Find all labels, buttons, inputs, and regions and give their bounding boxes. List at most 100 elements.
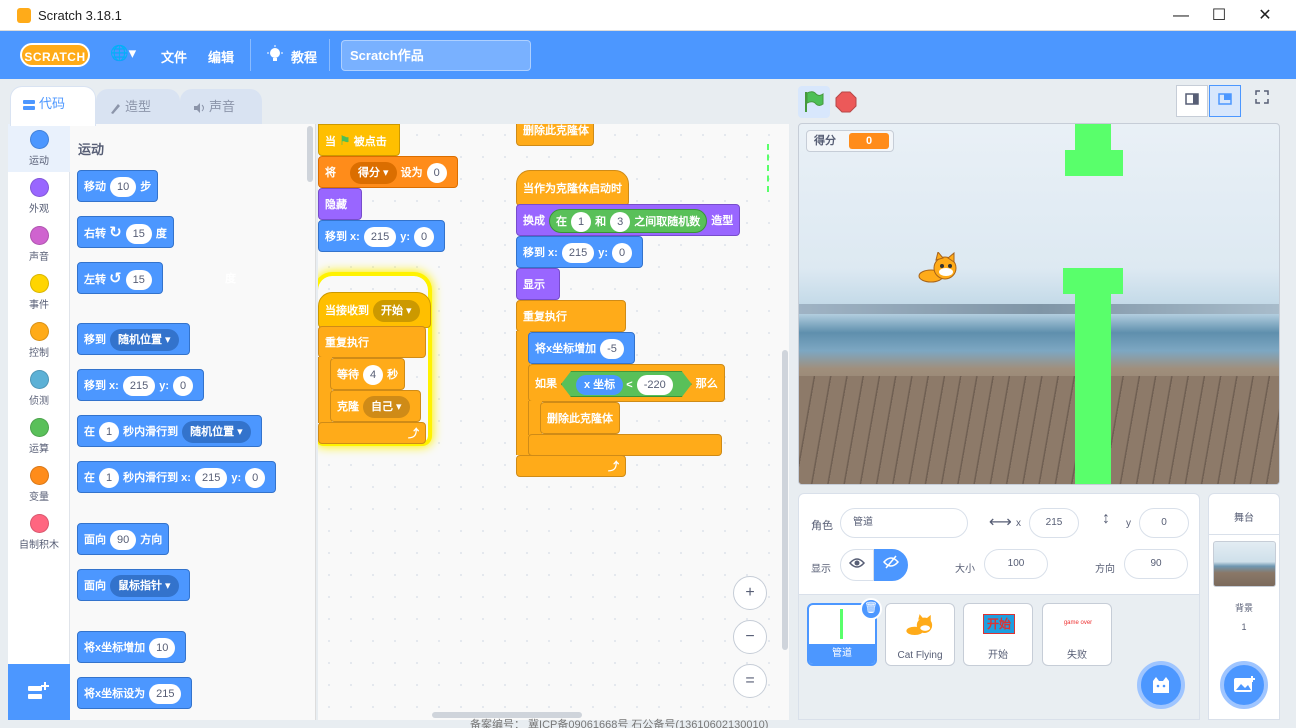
variables-dot-icon xyxy=(29,466,49,485)
category-events[interactable]: 事件 xyxy=(8,274,70,311)
block-if[interactable]: 如果 x 坐标 < -220 那么 xyxy=(528,364,725,402)
block-move-steps[interactable]: 移动 10 步 xyxy=(77,170,159,202)
project-title-input[interactable]: Scratch作品 xyxy=(341,40,531,71)
block-set-variable[interactable]: 将得分设为0 xyxy=(318,156,458,188)
block-set-x[interactable]: 将x坐标设为 215 xyxy=(77,677,193,709)
block-change-x[interactable]: 将x坐标增加 -5 xyxy=(528,332,635,364)
block-turn-right[interactable]: 右转 ↻ 15 度 xyxy=(77,216,174,248)
add-extension-button[interactable] xyxy=(8,664,70,720)
block-delete-this-clone[interactable]: 删除此克隆体 xyxy=(540,402,620,434)
app-icon xyxy=(17,8,31,23)
hide-sprite-button[interactable] xyxy=(874,549,908,581)
block-glide-to[interactable]: 在 1 秒内滑行到 随机位置 xyxy=(77,415,262,447)
sound-dot-icon xyxy=(29,226,49,245)
block-create-clone[interactable]: 克隆 自己 xyxy=(330,390,421,422)
block-x-position-reporter[interactable]: x 坐标 xyxy=(576,375,623,395)
fullscreen-button[interactable] xyxy=(1246,85,1278,117)
sprite-info-panel: 角色 管道 ⟷ x 215 ↕ y 0 显示 大小 100 方向 90 xyxy=(798,493,1200,595)
block-when-flag-clicked[interactable]: 当 ⚑ 被点击 xyxy=(318,124,400,156)
pipe-top-cap xyxy=(1065,150,1123,176)
sprite-tile-cat-flying[interactable]: Cat Flying xyxy=(885,603,955,666)
block-pick-random[interactable]: 在 1 和 3 之间取随机数 xyxy=(549,209,708,234)
sprite-tile-fail[interactable]: game over 失败 xyxy=(1042,603,1112,666)
block-forever[interactable]: 重复执行 xyxy=(516,300,626,332)
script-area[interactable]: 当 ⚑ 被点击 将得分设为0 隐藏 移到 x:215y:0 当接收到开始 重复执… xyxy=(318,124,789,720)
stage-divider xyxy=(1209,534,1279,535)
block-point-direction[interactable]: 面向 90 方向 xyxy=(77,523,170,555)
image-add-icon xyxy=(1234,676,1255,692)
zoom-out-button[interactable]: − xyxy=(733,620,767,654)
category-sensing[interactable]: 侦测 xyxy=(8,370,70,407)
block-change-x[interactable]: 将x坐标增加 10 xyxy=(77,631,187,663)
palette-scrollbar[interactable] xyxy=(307,126,313,182)
speaker-icon xyxy=(194,103,204,113)
normal-stage-button[interactable] xyxy=(1209,85,1241,117)
block-wait[interactable]: 等待 4 秒 xyxy=(330,358,406,390)
category-operators[interactable]: 运算 xyxy=(8,418,70,455)
y-label: y xyxy=(1126,518,1131,529)
block-when-receive[interactable]: 当接收到 开始 xyxy=(318,292,431,328)
block-less-than[interactable]: x 坐标 < -220 xyxy=(561,371,692,397)
block-turn-left[interactable]: 左转 ↺ 15 xyxy=(77,262,163,294)
events-dot-icon xyxy=(29,274,49,293)
sensing-dot-icon xyxy=(29,370,49,389)
script-vertical-scrollbar[interactable] xyxy=(782,350,788,650)
category-looks[interactable]: 外观 xyxy=(8,178,70,215)
y-input[interactable]: 0 xyxy=(1139,508,1189,538)
direction-input[interactable]: 90 xyxy=(1124,549,1188,579)
scratch-app: Scratch 3.18.1 — ☐ ✕ SCRATCH 🌐▾ 文件 编辑 教程… xyxy=(0,0,1296,728)
sprite-name-input[interactable]: 管道 xyxy=(840,508,968,538)
scratch-logo[interactable]: SCRATCH xyxy=(20,43,90,67)
choose-sprite-button[interactable] xyxy=(1137,661,1185,709)
category-my-blocks[interactable]: 自制积木 xyxy=(8,514,70,551)
tutorials-menu[interactable]: 教程 xyxy=(291,47,317,66)
delete-sprite-trash-icon[interactable]: 🗑 xyxy=(860,598,882,620)
category-sound[interactable]: 声音 xyxy=(8,226,70,263)
tab-costumes-label: 造型 xyxy=(125,99,152,114)
zoom-in-button[interactable]: + xyxy=(733,576,767,610)
green-flag-button[interactable] xyxy=(798,86,830,118)
block-point-towards[interactable]: 面向 鼠标指针 xyxy=(77,569,190,601)
cat-thumbnail xyxy=(906,614,933,636)
maximize-button[interactable]: ☐ xyxy=(1196,0,1242,31)
small-stage-button[interactable] xyxy=(1176,85,1208,117)
language-globe-icon[interactable]: 🌐▾ xyxy=(110,44,136,62)
tab-sounds[interactable]: 声音 xyxy=(180,89,262,125)
window-title: Scratch 3.18.1 xyxy=(38,8,122,23)
block-delete-clone-top[interactable]: 删除此克隆体 xyxy=(516,124,594,146)
show-sprite-button[interactable] xyxy=(840,549,874,581)
stop-button[interactable] xyxy=(830,86,862,118)
tab-costumes[interactable]: 造型 xyxy=(96,89,180,125)
close-button[interactable]: ✕ xyxy=(1242,0,1288,31)
forever-end: ⤴ xyxy=(318,422,426,444)
sprite-tile-start[interactable]: 开始 开始 xyxy=(963,603,1033,666)
stage-canvas[interactable] xyxy=(798,123,1280,485)
category-motion[interactable]: 运动 xyxy=(8,130,70,167)
category-variables[interactable]: 变量 xyxy=(8,466,70,503)
block-forever[interactable]: 重复执行 xyxy=(318,326,426,358)
turn-left-icon: ↺ xyxy=(109,270,122,287)
block-show[interactable]: 显示 xyxy=(516,268,560,300)
block-goto-xy[interactable]: 移到 x: 215 y: 0 xyxy=(77,369,205,401)
block-glide-xy[interactable]: 在 1 秒内滑行到 x: 215 y: 0 xyxy=(77,461,277,493)
choose-backdrop-button[interactable] xyxy=(1220,661,1268,709)
block-goto-xy[interactable]: 移到 x: 215 y: 0 xyxy=(516,236,644,268)
block-goto[interactable]: 移到 随机位置 xyxy=(77,323,190,355)
block-switch-costume[interactable]: 换成在 1 和 3 之间取随机数 造型 xyxy=(516,204,741,236)
lightbulb-icon xyxy=(266,45,284,63)
menu-divider xyxy=(250,39,251,71)
x-input[interactable]: 215 xyxy=(1029,508,1079,538)
category-control[interactable]: 控制 xyxy=(8,322,70,359)
block-when-start-as-clone[interactable]: 当作为克隆体启动时 xyxy=(516,170,629,206)
variable-monitor: 得分 0 xyxy=(806,130,894,152)
fullscreen-icon xyxy=(1255,90,1269,104)
block-hide[interactable]: 隐藏 xyxy=(318,188,362,220)
tab-code[interactable]: 代码 xyxy=(10,86,96,126)
file-menu[interactable]: 文件 xyxy=(161,47,187,66)
block-goto-xy[interactable]: 移到 x: 215 y: 0 xyxy=(318,220,446,252)
code-tab-icon xyxy=(23,100,35,110)
zoom-reset-button[interactable]: = xyxy=(733,664,767,698)
edit-menu[interactable]: 编辑 xyxy=(208,47,234,66)
size-input[interactable]: 100 xyxy=(984,549,1048,579)
turn-left-unit: 度 xyxy=(225,273,236,285)
